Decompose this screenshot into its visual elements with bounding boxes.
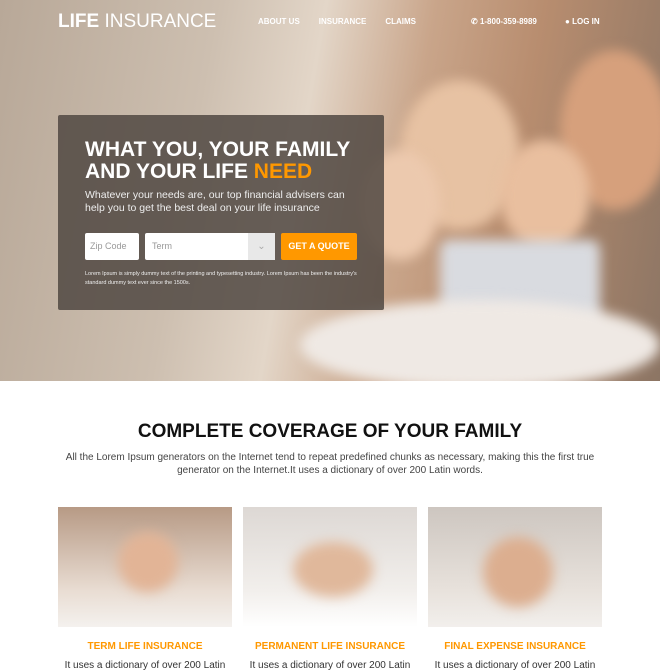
- top-nav: LIFE INSURANCE ABOUT US INSURANCE CLAIMS…: [0, 0, 660, 45]
- title-line2: AND YOUR LIFE: [85, 160, 254, 183]
- hero-banner: LIFE INSURANCE ABOUT US INSURANCE CLAIMS…: [0, 0, 660, 381]
- title-line1: WHAT YOU, YOUR FAMILY: [85, 138, 351, 161]
- family-photo: [243, 507, 417, 627]
- card-text: It uses a dictionary of over 200 Latin: [249, 660, 411, 671]
- coverage-section: COMPLETE COVERAGE OF YOUR FAMILY All the…: [0, 381, 660, 477]
- card-text: It uses a dictionary of over 200 Latin: [434, 660, 596, 671]
- phone-number: 1-800-359-8989: [479, 17, 537, 26]
- title-highlight: NEED: [253, 160, 313, 183]
- phone-link[interactable]: ✆ 1-800-359-8989: [471, 17, 537, 26]
- quote-form: Zip Code Term ⌄ GET A QUOTE: [85, 233, 357, 260]
- card-term-life[interactable]: TERM LIFE INSURANCE It uses a dictionary…: [58, 507, 232, 671]
- zip-code-input[interactable]: Zip Code: [85, 233, 139, 260]
- phone-icon: ✆: [471, 17, 478, 26]
- logo-rest: INSURANCE: [99, 11, 217, 32]
- nav-claims[interactable]: CLAIMS: [385, 17, 416, 26]
- card-title[interactable]: FINAL EXPENSE INSURANCE: [428, 641, 602, 652]
- term-select[interactable]: Term ⌄: [145, 233, 275, 260]
- user-icon: ●: [565, 17, 570, 26]
- login-label: LOG IN: [572, 17, 600, 26]
- hero-title: WHAT YOU, YOUR FAMILY AND YOUR LIFE NEED: [85, 139, 357, 183]
- family-photo: [428, 507, 602, 627]
- login-link[interactable]: ● LOG IN: [565, 17, 600, 26]
- hero-subtitle: Whatever your needs are, our top financi…: [85, 189, 345, 214]
- nav-insurance[interactable]: INSURANCE: [319, 17, 367, 26]
- quote-panel: WHAT YOU, YOUR FAMILY AND YOUR LIFE NEED …: [58, 115, 384, 310]
- card-title[interactable]: TERM LIFE INSURANCE: [58, 641, 232, 652]
- card-final-expense[interactable]: FINAL EXPENSE INSURANCE It uses a dictio…: [428, 507, 602, 671]
- term-placeholder: Term: [152, 241, 172, 251]
- family-photo: [58, 507, 232, 627]
- card-title[interactable]: PERMANENT LIFE INSURANCE: [243, 641, 417, 652]
- coverage-text: All the Lorem Ipsum generators on the In…: [65, 452, 595, 476]
- card-permanent-life[interactable]: PERMANENT LIFE INSURANCE It uses a dicti…: [243, 507, 417, 671]
- card-text: It uses a dictionary of over 200 Latin: [64, 660, 226, 671]
- nav-about-us[interactable]: ABOUT US: [258, 17, 300, 26]
- chevron-down-icon[interactable]: ⌄: [248, 233, 275, 260]
- get-quote-button[interactable]: GET A QUOTE: [281, 233, 357, 260]
- fine-print: Lorem Ipsum is simply dummy text of the …: [85, 271, 357, 286]
- insurance-cards: TERM LIFE INSURANCE It uses a dictionary…: [58, 507, 660, 671]
- coverage-title: COMPLETE COVERAGE OF YOUR FAMILY: [137, 421, 523, 442]
- logo[interactable]: LIFE INSURANCE: [58, 11, 216, 33]
- logo-bold: LIFE: [58, 11, 100, 32]
